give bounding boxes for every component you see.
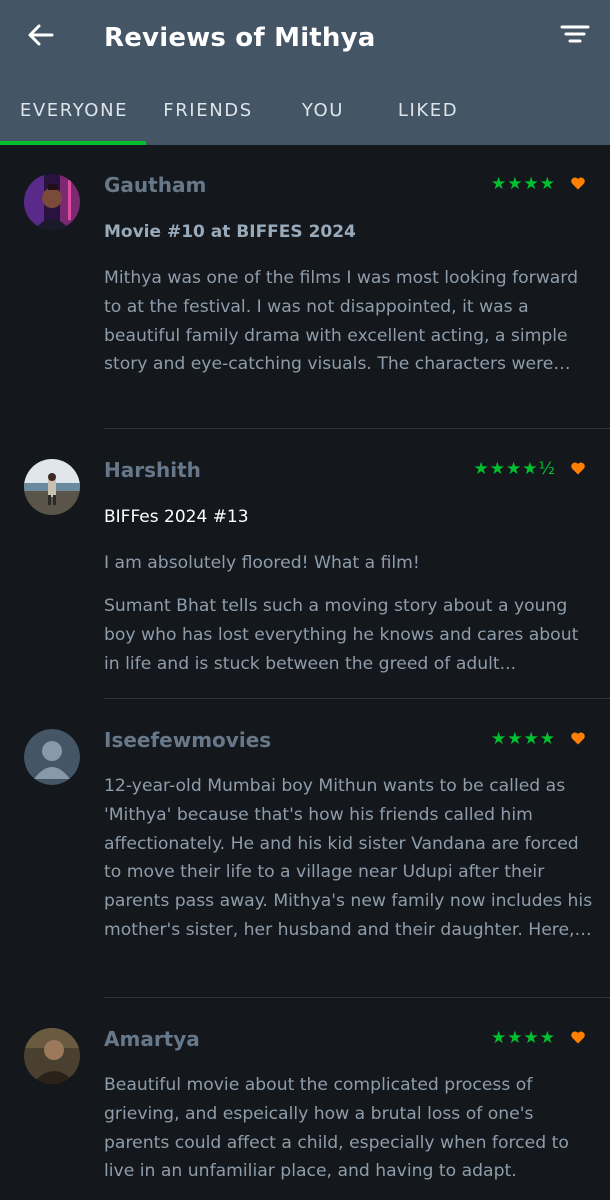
active-tab-indicator [0, 141, 146, 145]
heart-icon [571, 732, 585, 745]
tab-liked[interactable]: LIKED [382, 88, 474, 134]
review-author[interactable]: Iseefewmovies [104, 725, 271, 755]
filter-icon [560, 25, 590, 43]
review-body: 12-year-old Mumbai boy Mithun wants to b… [104, 776, 593, 940]
avatar[interactable] [24, 174, 80, 230]
arrow-left-icon [28, 24, 54, 46]
heart-icon [571, 462, 585, 475]
star-rating: ★★★★½ [473, 459, 556, 479]
filter-button[interactable] [556, 18, 594, 56]
divider [104, 698, 610, 699]
tab-everyone[interactable]: EVERYONE [8, 88, 140, 134]
review-title: Movie #10 at BIFFES 2024 [104, 222, 356, 242]
heart-icon [571, 177, 585, 190]
star-rating: ★★★★ [491, 729, 556, 749]
review-body: Beautiful movie about the complicated pr… [104, 1075, 569, 1182]
review-body: Sumant Bhat tells such a moving story ab… [104, 596, 579, 674]
review-body: Mithya was one of the films I was most l… [104, 268, 578, 375]
avatar[interactable] [24, 729, 80, 785]
star-rating: ★★★★ [491, 1028, 556, 1048]
divider [104, 428, 610, 429]
review-author[interactable]: Harshith [104, 455, 201, 485]
tab-bar: EVERYONE FRIENDS YOU LIKED [0, 88, 610, 145]
divider [104, 997, 610, 998]
page-title: Reviews of Mithya [104, 23, 376, 53]
back-button[interactable] [22, 18, 60, 56]
review-title: BIFFes 2024 #13 [104, 507, 249, 527]
review-subtitle: I am absolutely floored! What a film! [104, 553, 420, 573]
tab-you[interactable]: YOU [286, 88, 360, 134]
app-header: Reviews of Mithya EVERYONE FRIENDS YOU L… [0, 0, 610, 145]
heart-icon [571, 1031, 585, 1044]
star-rating: ★★★★ [491, 174, 556, 194]
tab-friends[interactable]: FRIENDS [150, 88, 266, 134]
review-author[interactable]: Gautham [104, 170, 206, 200]
review-author[interactable]: Amartya [104, 1024, 200, 1054]
avatar[interactable] [24, 1028, 80, 1084]
avatar[interactable] [24, 459, 80, 515]
